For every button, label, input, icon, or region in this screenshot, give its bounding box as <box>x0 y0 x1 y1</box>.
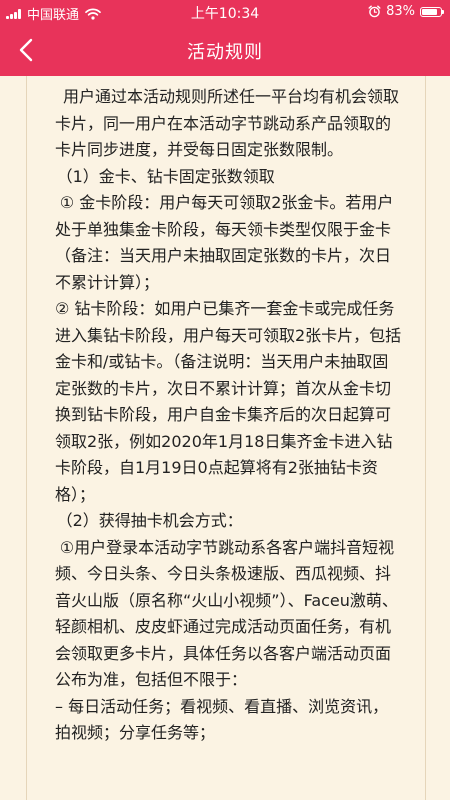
rules-daily-tasks: – 每日活动任务；看视频、看直播、浏览资讯，拍视频；分享任务等； <box>55 696 389 743</box>
page-title: 活动规则 <box>187 42 263 63</box>
rules-draw-methods: ①用户登录本活动字节跳动系各客户端抖音短视频、今日头条、今日头条极速版、西瓜视频… <box>55 537 398 690</box>
status-right: 83% <box>368 4 444 19</box>
rules-content: 用户通过本活动规则所述任一平台均有机会领取卡片，同一用户在本活动字节跳动系产品领… <box>26 76 426 800</box>
alarm-icon <box>368 5 381 18</box>
battery-percent: 83% <box>386 4 415 19</box>
screen: 中国联通 上午10:34 83% 活动规则 用户通过本活动规则所述任一平台均有机… <box>0 0 450 800</box>
status-bar: 中国联通 上午10:34 83% <box>0 0 450 24</box>
rules-gold-card-stage: ① 金卡阶段：用户每天可领取2张金卡。若用户处于单独集金卡阶段，每天领卡类型仅限… <box>55 193 394 292</box>
rules-diamond-card-stage: ② 钻卡阶段：如用户已集齐一套金卡或完成任务进入集钻卡阶段，用户每天可领取2张卡… <box>55 299 402 504</box>
rules-section-heading: （2）获得抽卡机会方式： <box>56 511 243 530</box>
rules-intro: 用户通过本活动规则所述任一平台均有机会领取卡片，同一用户在本活动字节跳动系产品领… <box>55 87 400 159</box>
rules-section-heading: （1）金卡、钻卡固定张数领取 <box>56 166 275 186</box>
nav-bar: 活动规则 <box>0 24 450 76</box>
battery-fill <box>422 8 437 15</box>
battery-icon <box>420 6 444 17</box>
